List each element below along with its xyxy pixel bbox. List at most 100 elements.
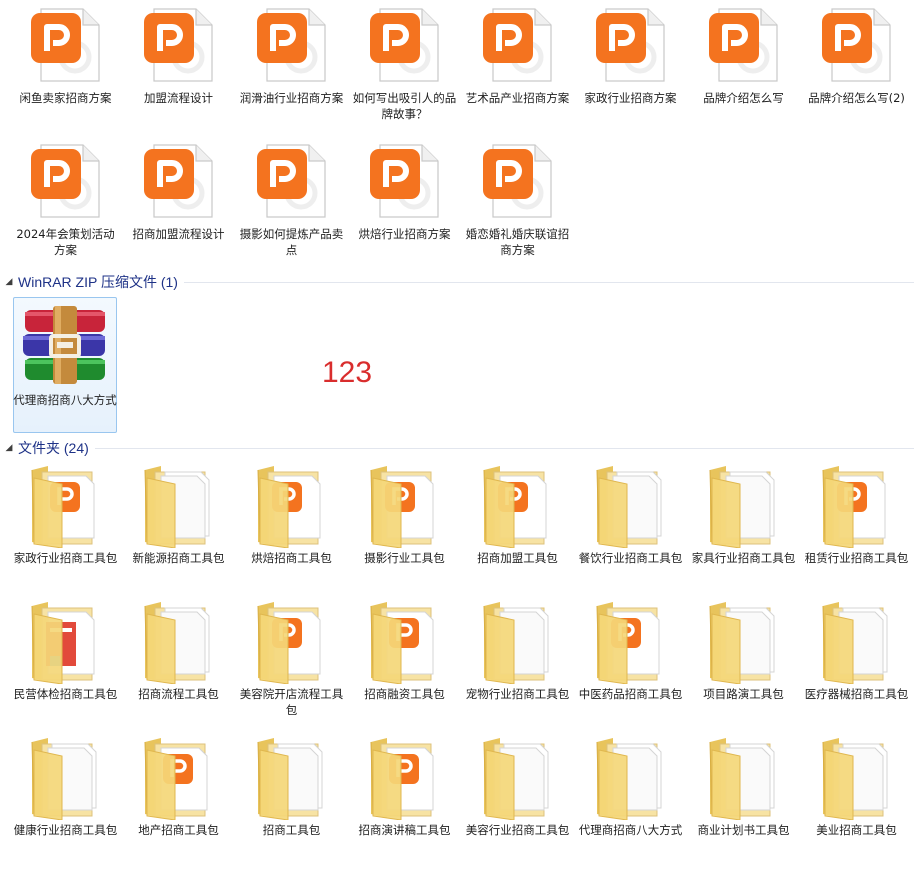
folder-item[interactable]: 租赁行业招商工具包 [800,460,913,596]
document-file-item[interactable]: 摄影如何提炼产品卖点 [235,136,348,272]
folder-item[interactable]: 新能源招商工具包 [122,460,235,596]
folder-item[interactable]: 招商融资工具包 [348,596,461,732]
winrar-books-icon [15,298,115,390]
folder-item[interactable]: 美容行业招商工具包 [461,732,574,868]
folder-icon [242,596,342,686]
folder-item[interactable]: 家政行业招商工具包 [9,460,122,596]
folder-item[interactable]: 健康行业招商工具包 [9,732,122,868]
document-file-item[interactable]: 加盟流程设计 [122,0,235,136]
folder-item[interactable]: 摄影行业工具包 [348,460,461,596]
folder-label: 民营体检招商工具包 [13,687,118,701]
folder-icon [581,460,681,550]
document-file-item[interactable]: 招商加盟流程设计 [122,136,235,272]
folder-label: 医疗器械招商工具包 [804,687,909,701]
document-file-item[interactable]: 品牌介绍怎么写(2) [800,0,913,136]
folder-icon [807,460,907,550]
file-label: 2024年会策划活动方案 [16,227,115,257]
folder-label: 租赁行业招商工具包 [804,551,909,565]
collapse-chevron-icon[interactable]: ◢ [0,443,18,453]
folder-label: 招商融资工具包 [364,687,445,701]
folder-item[interactable]: 民营体检招商工具包 [9,596,122,732]
folder-icon [16,596,116,686]
folder-item[interactable]: 招商流程工具包 [122,596,235,732]
ppt-orange-p-icon [694,0,794,90]
file-label: 润滑油行业招商方案 [239,91,344,105]
folder-icon [468,596,568,686]
document-file-item[interactable]: 烘焙行业招商方案 [348,136,461,272]
folder-icon [581,732,681,822]
folder-item[interactable]: 中医药品招商工具包 [574,596,687,732]
ppt-orange-p-icon [581,0,681,90]
folder-icon [581,596,681,686]
section-divider [183,281,914,283]
file-label: 招商加盟流程设计 [132,227,225,241]
document-file-item[interactable]: 闲鱼卖家招商方案 [9,0,122,136]
folder-item[interactable]: 家具行业招商工具包 [687,460,800,596]
folder-icon [694,460,794,550]
document-file-item[interactable]: 艺术品产业招商方案 [461,0,574,136]
folder-label: 招商流程工具包 [138,687,219,701]
document-file-item[interactable]: 润滑油行业招商方案 [235,0,348,136]
folder-item[interactable]: 宠物行业招商工具包 [461,596,574,732]
document-grid: 闲鱼卖家招商方案 加盟流程设计 润滑油行业招商方案 如何写出吸引人的品牌故事？ … [9,0,913,272]
folder-item[interactable]: 医疗器械招商工具包 [800,596,913,732]
ppt-orange-p-icon [468,136,568,226]
section-header-zip[interactable]: ◢ WinRAR ZIP 压缩文件 (1) [0,272,918,292]
folder-item[interactable]: 美容院开店流程工具包 [235,596,348,732]
collapse-chevron-icon[interactable]: ◢ [0,277,18,287]
folder-label: 摄影行业工具包 [364,551,445,565]
folder-icon [16,460,116,550]
folder-item[interactable]: 美业招商工具包 [800,732,913,868]
folder-item[interactable]: 招商加盟工具包 [461,460,574,596]
ppt-orange-p-icon [16,136,116,226]
file-label: 摄影如何提炼产品卖点 [239,227,344,257]
folder-label: 家政行业招商工具包 [13,551,118,565]
folder-label: 新能源招商工具包 [132,551,225,565]
folder-label: 健康行业招商工具包 [13,823,118,837]
document-file-item[interactable]: 如何写出吸引人的品牌故事？ [348,0,461,136]
ppt-orange-p-icon [242,136,342,226]
section-title: WinRAR ZIP 压缩文件 (1) [18,274,178,290]
folder-item[interactable]: 招商工具包 [235,732,348,868]
folder-label: 烘焙招商工具包 [251,551,332,565]
folder-icon [129,732,229,822]
folder-item[interactable]: 烘焙招商工具包 [235,460,348,596]
folder-icon [468,460,568,550]
folder-label: 商业计划书工具包 [697,823,790,837]
ppt-orange-p-icon [16,0,116,90]
folder-label: 餐饮行业招商工具包 [578,551,683,565]
zip-file-item[interactable]: 代理商招商八大方式 [13,297,117,433]
ppt-orange-p-icon [355,0,455,90]
folder-item[interactable]: 项目路演工具包 [687,596,800,732]
folder-icon [355,460,455,550]
folder-item[interactable]: 代理商招商八大方式 [574,732,687,868]
folder-label: 招商加盟工具包 [477,551,558,565]
folder-item[interactable]: 餐饮行业招商工具包 [574,460,687,596]
folder-label: 招商演讲稿工具包 [358,823,451,837]
folder-icon [355,732,455,822]
folder-icon [129,596,229,686]
section-title: 文件夹 (24) [18,440,89,456]
document-file-item[interactable]: 2024年会策划活动方案 [9,136,122,272]
document-file-item[interactable]: 品牌介绍怎么写 [687,0,800,136]
folder-icon [129,460,229,550]
file-label: 婚恋婚礼婚庆联谊招商方案 [465,227,570,257]
overlay-number-text: 123 [322,356,373,389]
folder-icon [807,732,907,822]
folder-label: 代理商招商八大方式 [578,823,683,837]
folder-label: 美容行业招商工具包 [465,823,570,837]
folder-item[interactable]: 地产招商工具包 [122,732,235,868]
section-header-folders[interactable]: ◢ 文件夹 (24) [0,438,918,458]
folder-label: 家具行业招商工具包 [691,551,796,565]
folder-item[interactable]: 招商演讲稿工具包 [348,732,461,868]
ppt-orange-p-icon [807,0,907,90]
folder-item[interactable]: 商业计划书工具包 [687,732,800,868]
folder-icon [694,596,794,686]
file-label: 品牌介绍怎么写(2) [808,91,905,105]
folder-label: 中医药品招商工具包 [578,687,683,701]
ppt-orange-p-icon [129,136,229,226]
document-file-item[interactable]: 婚恋婚礼婚庆联谊招商方案 [461,136,574,272]
folder-label: 招商工具包 [262,823,321,837]
folder-icon [355,596,455,686]
document-file-item[interactable]: 家政行业招商方案 [574,0,687,136]
